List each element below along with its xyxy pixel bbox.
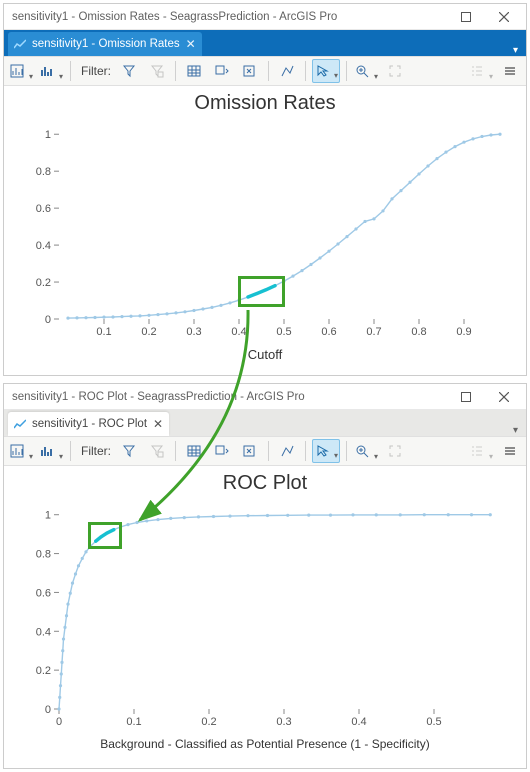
window-title: sensitivity1 - ROC Plot - SeagrassPredic…: [12, 391, 448, 403]
svg-text:0.2: 0.2: [36, 277, 51, 289]
menu-button[interactable]: [498, 59, 522, 83]
chart-icon: [14, 39, 26, 49]
full-extent-button[interactable]: [383, 439, 407, 463]
svg-text:0.5: 0.5: [426, 716, 441, 728]
tab-overflow-icon[interactable]: ▾: [507, 425, 524, 436]
maximize-button[interactable]: [448, 6, 484, 28]
tab-label: sensitivity1 - Omission Rates: [32, 38, 180, 50]
svg-text:0.2: 0.2: [36, 665, 51, 677]
svg-text:0.8: 0.8: [36, 166, 51, 178]
window-roc-plot: sensitivity1 - ROC Plot - SeagrassPredic…: [3, 383, 527, 769]
filter-by-extent-button[interactable]: [145, 439, 169, 463]
clear-selection-button[interactable]: [238, 59, 262, 83]
toolbar-separator: [305, 441, 306, 461]
toolbar-separator: [70, 441, 71, 461]
filter-by-selection-button[interactable]: [117, 59, 141, 83]
filter-label: Filter:: [77, 444, 113, 458]
toolbar-separator: [346, 61, 347, 81]
svg-text:0.4: 0.4: [36, 626, 51, 638]
x-axis-label: Background - Classified as Potential Pre…: [4, 735, 526, 757]
tab-roc-plot[interactable]: sensitivity1 - ROC Plot ✕: [8, 412, 169, 436]
svg-text:1: 1: [45, 129, 51, 141]
chart-svg: 0.1 0.2 0.3 0.4 0.5 0.6 0.7 0.8 0.9 0 0.2 0.4 0.6 0.8…: [4, 115, 524, 345]
tab-close-icon[interactable]: ✕: [186, 37, 196, 51]
svg-text:0.9: 0.9: [456, 326, 471, 338]
legend-button[interactable]: [468, 59, 494, 83]
svg-text:0.5: 0.5: [276, 326, 291, 338]
svg-text:0.4: 0.4: [351, 716, 366, 728]
svg-text:0.4: 0.4: [231, 326, 246, 338]
window-buttons: [448, 386, 522, 408]
selection-tool-button[interactable]: [312, 59, 340, 83]
filter-label: Filter:: [77, 64, 113, 78]
rotate-chart-button[interactable]: [275, 439, 299, 463]
tab-overflow-icon[interactable]: ▾: [507, 45, 524, 56]
chart-properties-button[interactable]: [8, 59, 34, 83]
close-button[interactable]: [486, 6, 522, 28]
svg-text:0: 0: [45, 314, 51, 326]
svg-text:0.3: 0.3: [186, 326, 201, 338]
window-buttons: [448, 6, 522, 28]
filter-by-extent-button[interactable]: [145, 59, 169, 83]
swap-selection-button[interactable]: [210, 439, 234, 463]
chart-properties-button[interactable]: [8, 439, 34, 463]
window-title: sensitivity1 - Omission Rates - Seagrass…: [12, 11, 448, 23]
table-button[interactable]: [182, 439, 206, 463]
swap-selection-button[interactable]: [210, 59, 234, 83]
titlebar[interactable]: sensitivity1 - ROC Plot - SeagrassPredic…: [4, 384, 526, 410]
svg-text:0.4: 0.4: [36, 240, 51, 252]
tab-bar: sensitivity1 - Omission Rates ✕ ▾: [4, 30, 526, 56]
filter-by-selection-button[interactable]: [117, 439, 141, 463]
chart-roc-plot[interactable]: ROC Plot Presence - Correctly Classified…: [4, 466, 526, 768]
toolbar-separator: [305, 61, 306, 81]
full-extent-button[interactable]: [383, 59, 407, 83]
svg-text:0.8: 0.8: [411, 326, 426, 338]
svg-text:0: 0: [45, 704, 51, 716]
table-button[interactable]: [182, 59, 206, 83]
svg-text:0: 0: [56, 716, 62, 728]
chart-omission-rates[interactable]: Omission Rates Omission Rate 0.10.20.30.…: [4, 86, 526, 375]
svg-text:0.6: 0.6: [36, 587, 51, 599]
toolbar-separator: [175, 441, 176, 461]
svg-text:0.2: 0.2: [141, 326, 156, 338]
zoom-button[interactable]: [353, 439, 379, 463]
chart-type-button[interactable]: [38, 439, 64, 463]
svg-text:0.6: 0.6: [36, 203, 51, 215]
menu-button[interactable]: [498, 439, 522, 463]
chart-type-button[interactable]: [38, 59, 64, 83]
clear-selection-button[interactable]: [238, 439, 262, 463]
tab-label: sensitivity1 - ROC Plot: [32, 418, 147, 430]
toolbar-separator: [268, 441, 269, 461]
toolbar-separator: [346, 441, 347, 461]
close-button[interactable]: [486, 386, 522, 408]
legend-button[interactable]: [468, 439, 494, 463]
rotate-chart-button[interactable]: [275, 59, 299, 83]
svg-text:0.7: 0.7: [366, 326, 381, 338]
chart-icon: [14, 419, 26, 429]
toolbar: Filter:: [4, 56, 526, 86]
svg-text:0.1: 0.1: [126, 716, 141, 728]
chart-svg: 0 0.1 0.2 0.3 0.4 0.5 0 0.2 0.4 0.6 0.8 1: [4, 495, 524, 735]
svg-text:0.6: 0.6: [321, 326, 336, 338]
svg-text:0.2: 0.2: [201, 716, 216, 728]
selection-tool-button[interactable]: [312, 439, 340, 463]
maximize-button[interactable]: [448, 386, 484, 408]
x-axis-label: Cutoff: [4, 345, 526, 368]
zoom-button[interactable]: [353, 59, 379, 83]
svg-text:0.1: 0.1: [96, 326, 111, 338]
chart-title: ROC Plot: [4, 466, 526, 495]
titlebar[interactable]: sensitivity1 - Omission Rates - Seagrass…: [4, 4, 526, 30]
window-omission-rates: sensitivity1 - Omission Rates - Seagrass…: [3, 3, 527, 376]
svg-text:0.3: 0.3: [276, 716, 291, 728]
tab-omission-rates[interactable]: sensitivity1 - Omission Rates ✕: [8, 32, 202, 56]
toolbar-separator: [268, 61, 269, 81]
tab-close-icon[interactable]: ✕: [153, 417, 163, 431]
svg-text:1: 1: [45, 510, 51, 522]
chart-title: Omission Rates: [4, 86, 526, 115]
toolbar-separator: [175, 61, 176, 81]
toolbar-separator: [70, 61, 71, 81]
tab-bar: sensitivity1 - ROC Plot ✕ ▾: [4, 410, 526, 436]
svg-text:0.8: 0.8: [36, 549, 51, 561]
toolbar: Filter:: [4, 436, 526, 466]
